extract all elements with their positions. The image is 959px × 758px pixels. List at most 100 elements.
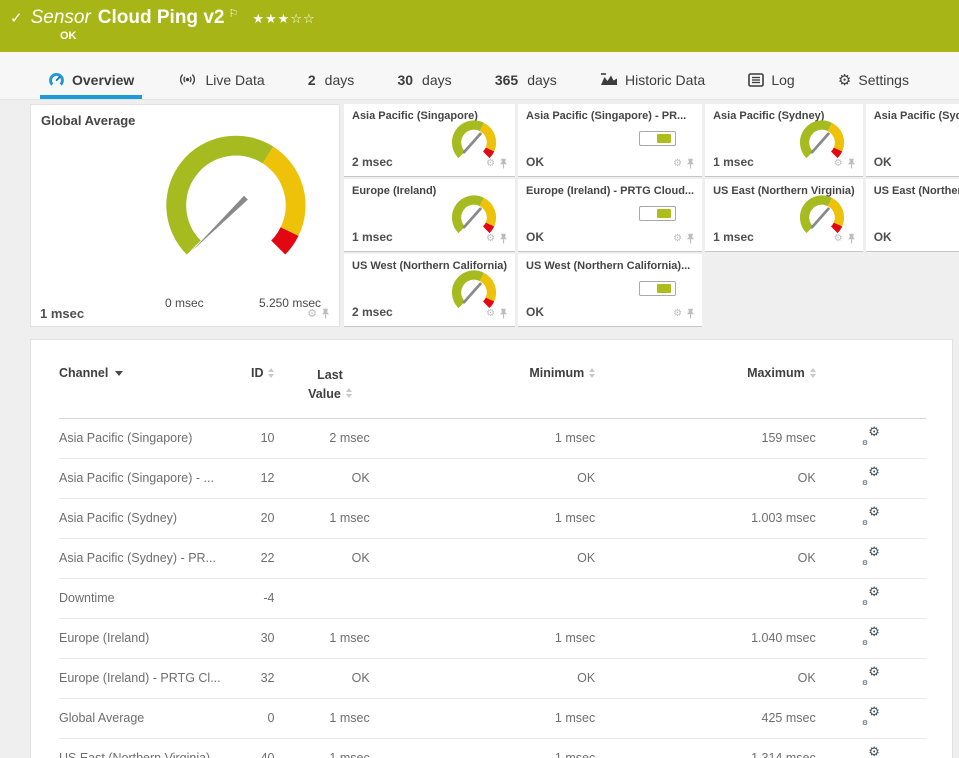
- column-header-last-value[interactable]: Last Value: [274, 354, 369, 418]
- tab-number: 365: [495, 72, 518, 88]
- column-label: Maximum: [747, 366, 805, 380]
- tab-30-days[interactable]: 30 days: [389, 52, 459, 99]
- pin-icon[interactable]: [686, 233, 695, 244]
- channel-settings-icon[interactable]: ⚙⚙: [862, 748, 880, 758]
- cell-id: 30: [229, 618, 274, 658]
- cell-channel: Global Average: [59, 698, 229, 738]
- cell-id: 32: [229, 658, 274, 698]
- tab-label: Live Data: [205, 72, 264, 88]
- flag-icon[interactable]: ⚐: [228, 7, 238, 20]
- tab-365-days[interactable]: 365 days: [487, 52, 565, 99]
- pin-icon[interactable]: [686, 308, 695, 319]
- column-header-channel[interactable]: Channel: [59, 354, 229, 418]
- channel-panel-grid: Asia Pacific (Singapore) 2 msec ⚙ Asia P…: [344, 104, 959, 327]
- gear-icon[interactable]: ⚙: [673, 158, 682, 169]
- tab-label: Log: [771, 72, 794, 88]
- pin-icon[interactable]: [686, 158, 695, 169]
- channel-panel[interactable]: Asia Pacific (Singapore) - PR... OK ⚙: [518, 104, 702, 177]
- pin-icon[interactable]: [847, 233, 856, 244]
- gear-icon[interactable]: ⚙: [486, 308, 495, 319]
- cell-channel: Asia Pacific (Singapore) - ...: [59, 458, 229, 498]
- status-toggle-indicator: [639, 281, 676, 296]
- global-average-panel[interactable]: Global Average 0 msec 5.250 msec 1 msec …: [30, 104, 340, 327]
- cell-maximum: OK: [595, 658, 816, 698]
- priority-stars[interactable]: ★★★☆☆: [252, 12, 315, 27]
- tab-2-days[interactable]: 2 days: [300, 52, 362, 99]
- channel-panel[interactable]: Asia Pacific (Singapore) 2 msec ⚙: [344, 104, 515, 177]
- channel-panel-title: Asia Pacific (Singapore) - PR...: [526, 110, 694, 122]
- gear-icon[interactable]: ⚙: [834, 233, 843, 244]
- tab-bar: Overview Live Data 2 days 30 days 365 da…: [0, 52, 959, 100]
- channel-settings-icon[interactable]: ⚙⚙: [862, 548, 880, 565]
- channel-panel[interactable]: US West (Northern California)... OK ⚙: [518, 254, 702, 327]
- cell-id: 0: [229, 698, 274, 738]
- table-row: Asia Pacific (Singapore) - ... 12 OK OK …: [59, 458, 926, 498]
- channel-settings-icon[interactable]: ⚙⚙: [862, 668, 880, 685]
- gear-icon[interactable]: ⚙: [673, 308, 682, 319]
- status-toggle-indicator: [639, 206, 676, 221]
- column-header-minimum[interactable]: Minimum: [370, 354, 596, 418]
- gear-icon[interactable]: ⚙: [307, 307, 317, 320]
- channel-settings-icon[interactable]: ⚙⚙: [862, 628, 880, 645]
- channel-last-value: 1 msec: [713, 155, 754, 169]
- channel-panel[interactable]: Europe (Ireland) 1 msec ⚙: [344, 179, 515, 252]
- cell-last-value: OK: [274, 538, 369, 578]
- channel-panel[interactable]: US West (Northern California) 2 msec ⚙: [344, 254, 515, 327]
- tab-settings[interactable]: ⚙ Settings: [830, 52, 917, 99]
- cell-maximum: 425 msec: [595, 698, 816, 738]
- column-header-actions: [816, 354, 926, 418]
- pin-icon[interactable]: [847, 158, 856, 169]
- channel-settings-icon[interactable]: ⚙⚙: [862, 508, 880, 525]
- channel-settings-icon[interactable]: ⚙⚙: [862, 588, 880, 605]
- tab-overview[interactable]: Overview: [40, 52, 142, 99]
- channel-panel[interactable]: Asia Pacific (Sydney) - PRTG ... OK ⚙: [866, 104, 959, 177]
- cell-last-value: OK: [274, 658, 369, 698]
- column-header-maximum[interactable]: Maximum: [595, 354, 816, 418]
- channel-table: Channel ID Last Value Minimum Maximum As…: [59, 354, 926, 758]
- pin-icon[interactable]: [499, 158, 508, 169]
- cell-channel: Downtime: [59, 578, 229, 618]
- gear-icon[interactable]: ⚙: [486, 158, 495, 169]
- channel-panel-title: Asia Pacific (Sydney) - PRTG ...: [874, 110, 959, 122]
- cell-last-value: [274, 578, 369, 618]
- channel-settings-icon[interactable]: ⚙⚙: [862, 428, 880, 445]
- tab-live-data[interactable]: Live Data: [169, 52, 272, 99]
- channel-panel[interactable]: US East (Northern Virginia) 1 msec ⚙: [705, 179, 863, 252]
- gear-icon[interactable]: ⚙: [673, 233, 682, 244]
- cell-minimum: OK: [370, 658, 596, 698]
- channel-panel[interactable]: Europe (Ireland) - PRTG Cloud... OK ⚙: [518, 179, 702, 252]
- sort-icon: [589, 368, 595, 378]
- sensor-title: Cloud Ping v2: [98, 7, 225, 29]
- channel-last-value: 2 msec: [352, 305, 393, 319]
- pin-icon[interactable]: [321, 308, 330, 319]
- channel-table-panel: Channel ID Last Value Minimum Maximum As…: [30, 339, 953, 758]
- cell-id: 40: [229, 738, 274, 758]
- gear-icon[interactable]: ⚙: [486, 233, 495, 244]
- channel-panel[interactable]: US East (Northern Virginia) - ... OK ⚙: [866, 179, 959, 252]
- column-header-id[interactable]: ID: [229, 354, 274, 418]
- tab-label: days: [422, 72, 452, 88]
- tab-label: Overview: [72, 72, 134, 88]
- tab-number: 2: [308, 72, 316, 88]
- tab-label: days: [527, 72, 557, 88]
- cell-maximum: 1.314 msec: [595, 738, 816, 758]
- sensor-header: ✓ Sensor Cloud Ping v2 ⚐ ★★★☆☆ OK: [0, 0, 959, 52]
- pin-icon[interactable]: [499, 233, 508, 244]
- channel-panel[interactable]: Asia Pacific (Sydney) 1 msec ⚙: [705, 104, 863, 177]
- tab-historic-data[interactable]: Historic Data: [592, 52, 713, 99]
- channel-settings-icon[interactable]: ⚙⚙: [862, 468, 880, 485]
- status-check-icon: ✓: [10, 9, 23, 27]
- pin-icon[interactable]: [499, 308, 508, 319]
- table-row: Asia Pacific (Sydney) - PR... 22 OK OK O…: [59, 538, 926, 578]
- channel-settings-icon[interactable]: ⚙⚙: [862, 708, 880, 725]
- table-row: Downtime -4 ⚙⚙: [59, 578, 926, 618]
- global-average-gauge: [131, 125, 341, 278]
- table-row: Europe (Ireland) - PRTG Cl... 32 OK OK O…: [59, 658, 926, 698]
- channel-last-value: 1 msec: [40, 306, 84, 321]
- cell-maximum: [595, 578, 816, 618]
- tab-log[interactable]: Log: [740, 52, 802, 99]
- cell-last-value: OK: [274, 458, 369, 498]
- gear-icon[interactable]: ⚙: [834, 158, 843, 169]
- sort-icon: [268, 368, 274, 378]
- channel-last-value: 2 msec: [352, 155, 393, 169]
